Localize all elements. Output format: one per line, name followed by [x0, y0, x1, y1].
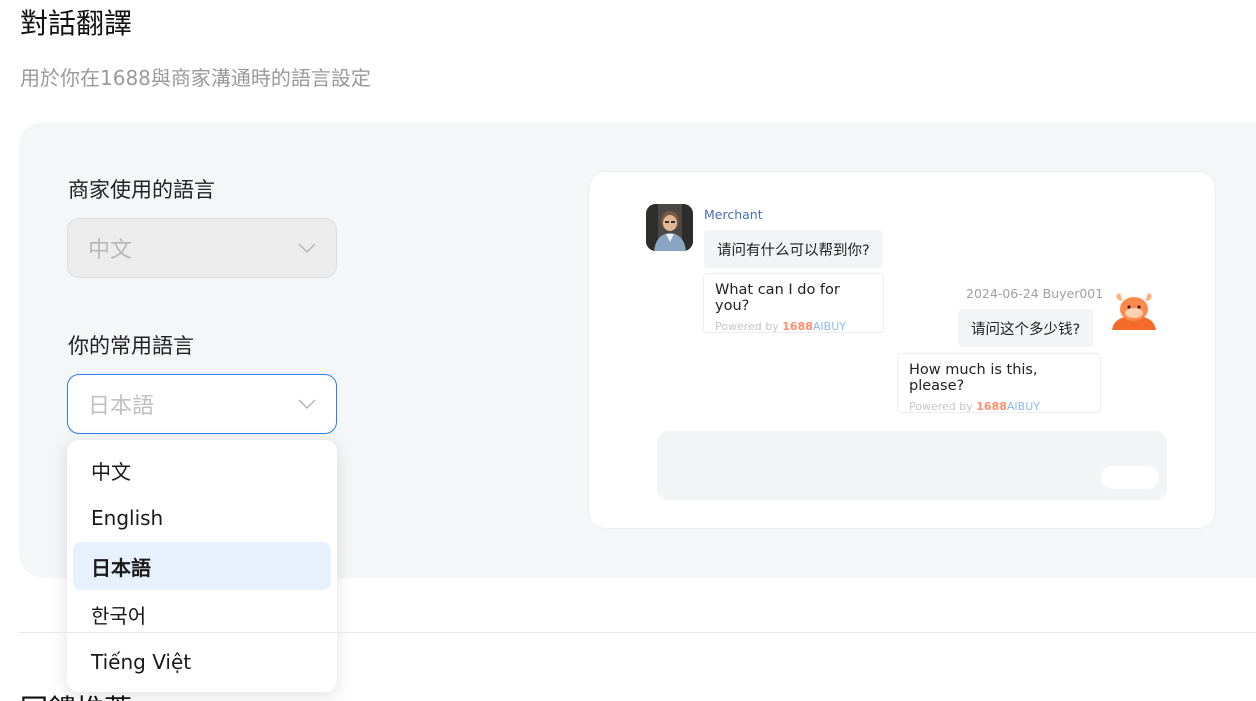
brand-logo: 1688: [976, 400, 1007, 413]
chevron-down-icon: [298, 242, 316, 254]
buyer-avatar-icon: [1110, 290, 1158, 332]
my-language-label: 你的常用語言: [68, 334, 194, 358]
merchant-language-select: 中文: [67, 218, 337, 278]
language-option-japanese[interactable]: 日本語: [73, 542, 331, 590]
language-option-korean[interactable]: 한국어: [73, 590, 331, 638]
page-title: 對話翻譯: [20, 7, 133, 40]
merchant-name: Merchant: [704, 207, 763, 222]
language-dropdown: 中文 English 日本語 한국어 Tiếng Việt: [67, 440, 337, 692]
my-language-value: 日本語: [88, 394, 155, 419]
buyer-translation-bubble: How much is this, please? Powered by 168…: [897, 353, 1101, 413]
merchant-language-value: 中文: [88, 238, 133, 263]
chevron-down-icon: [298, 398, 316, 410]
brand-logo: 1688: [782, 320, 813, 333]
merchant-message-bubble: 请问有什么可以帮到你?: [704, 230, 883, 268]
merchant-avatar: [646, 204, 693, 251]
powered-by-label: Powered by 1688AIBUY: [909, 400, 1040, 413]
language-option-chinese[interactable]: 中文: [73, 446, 331, 494]
merchant-translation-bubble: What can I do for you? Powered by 1688AI…: [703, 273, 884, 333]
buyer-message-bubble: 请问这个多少钱?: [958, 309, 1094, 347]
language-option-vietnamese[interactable]: Tiếng Việt: [73, 638, 331, 686]
section-divider: [19, 632, 1256, 633]
chat-input-area: [657, 431, 1167, 500]
my-language-select[interactable]: 日本語: [67, 374, 337, 434]
next-section-title: 回饋推薦: [20, 688, 132, 701]
merchant-translation-text: What can I do for you?: [715, 282, 840, 314]
powered-by-label: Powered by 1688AIBUY: [715, 320, 846, 333]
buyer-translation-text: How much is this, please?: [909, 362, 1038, 394]
merchant-language-label: 商家使用的語言: [68, 178, 215, 202]
page-subtitle: 用於你在1688與商家溝通時的語言設定: [20, 66, 371, 90]
language-option-english[interactable]: English: [73, 494, 331, 542]
send-button: [1101, 466, 1159, 489]
buyer-meta: 2024-06-24 Buyer001: [966, 286, 1104, 301]
